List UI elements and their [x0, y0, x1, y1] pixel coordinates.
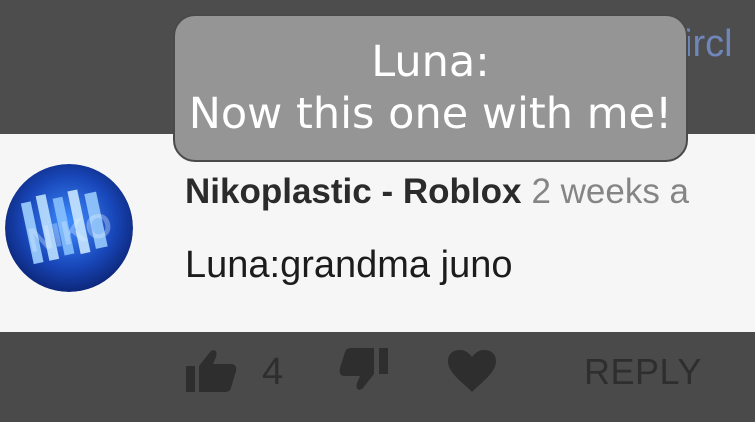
reply-button[interactable]: REPLY [584, 350, 702, 394]
comment-text: Luna:grandma juno [185, 244, 513, 286]
like-count: 4 [262, 351, 284, 393]
thumbs-down-icon[interactable] [338, 346, 390, 397]
heart-icon[interactable] [446, 348, 498, 399]
caption-speaker: Luna: [371, 37, 490, 87]
caption-text: Now this one with me! [188, 89, 673, 139]
author-name[interactable]: Nikoplastic - Roblox [185, 172, 521, 211]
thumbs-up-icon[interactable] [184, 348, 238, 399]
caption-box: Luna: Now this one with me! [173, 14, 688, 162]
author-line: Nikoplastic - Roblox 2 weeks a [185, 170, 689, 214]
partial-link-text: ircl [684, 23, 733, 65]
avatar-image: NIKO [5, 164, 133, 292]
avatar[interactable]: NIKO [5, 164, 133, 292]
timestamp[interactable]: 2 weeks a [531, 172, 689, 211]
